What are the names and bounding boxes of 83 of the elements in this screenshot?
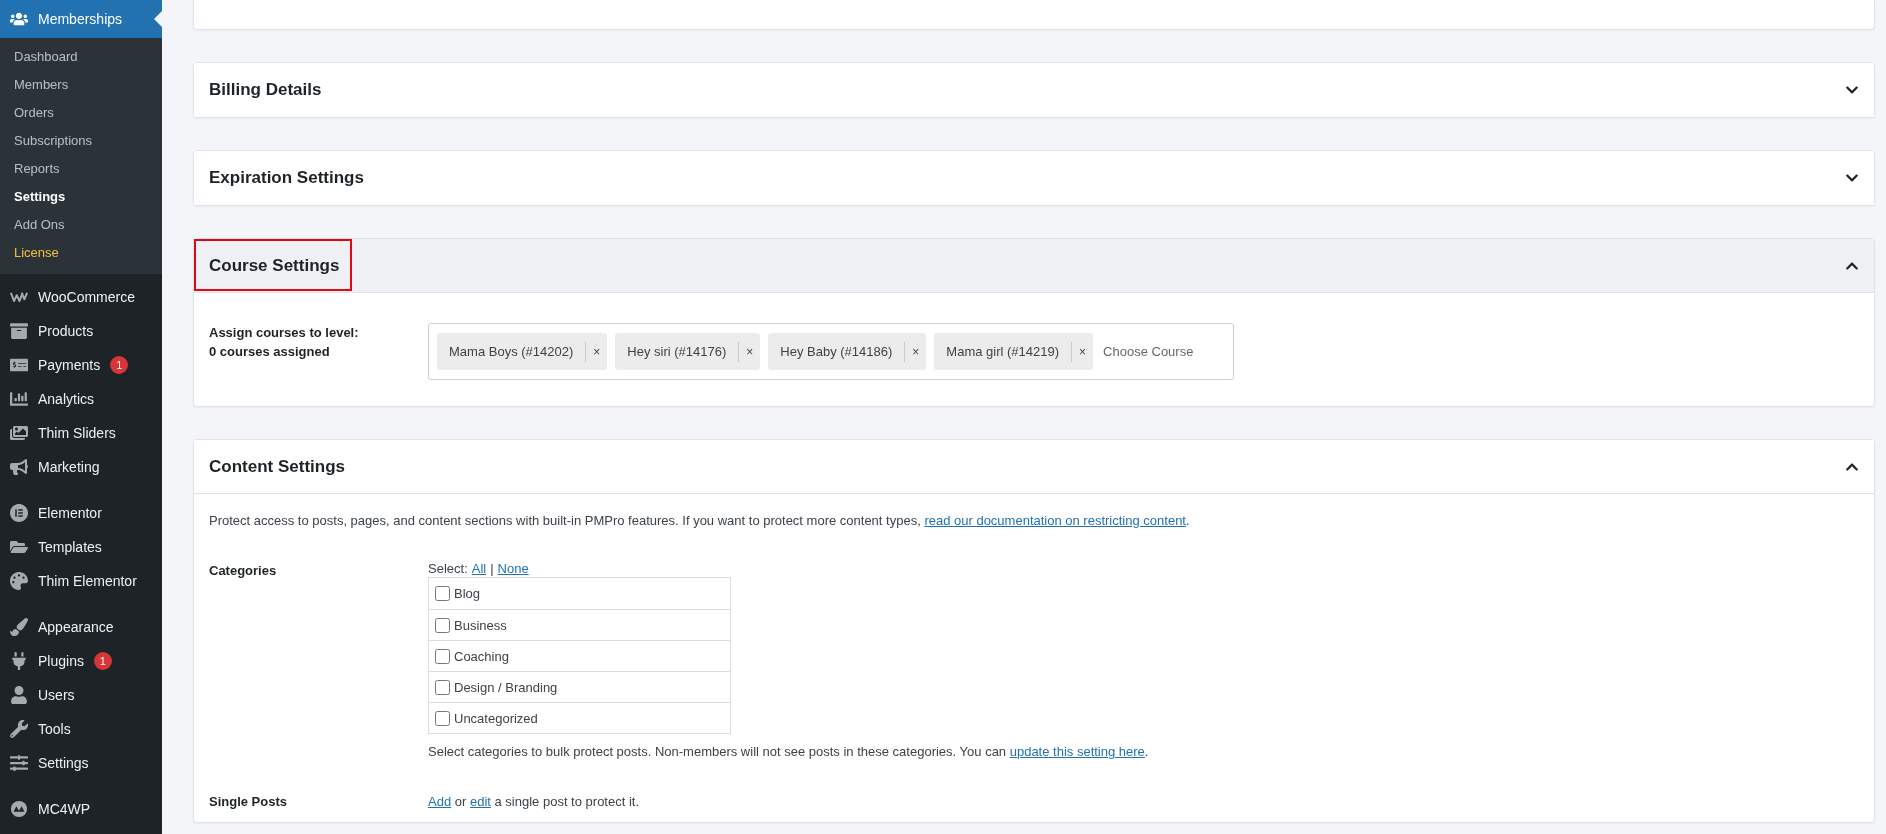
plug-icon [10, 652, 28, 670]
sliders-icon [10, 754, 28, 772]
edit-link[interactable]: edit [469, 794, 491, 809]
select-none-link[interactable]: None [497, 561, 529, 577]
submenu-item[interactable]: Settings [0, 183, 162, 211]
megaphone-icon [10, 458, 28, 476]
count-badge: 1 [110, 356, 129, 374]
course-tag: Hey Baby (#14186) × [768, 333, 927, 370]
sidebar-menu-item[interactable]: Plugins 1 [0, 644, 162, 678]
single-posts-text: Add or edit a single post to protect it. [428, 793, 641, 811]
category-option[interactable]: Business [429, 609, 730, 640]
submenu-item[interactable]: Dashboard [0, 43, 162, 71]
checkbox[interactable] [435, 679, 450, 695]
remove-tag-button[interactable]: × [1071, 341, 1094, 362]
sidebar-menu-item[interactable]: Elementor [0, 496, 162, 530]
sidebar-menu-item[interactable]: MC4WP [0, 792, 162, 826]
category-option[interactable]: Design / Branding [429, 671, 730, 702]
documentation-link[interactable]: read our documentation on restricting content [924, 513, 1186, 528]
sidebar-menu-item[interactable]: Templates [0, 530, 162, 564]
box-icon [10, 322, 28, 340]
remove-tag-button[interactable]: × [738, 341, 761, 362]
remove-tag-button[interactable]: × [904, 341, 927, 362]
sidebar-menu-item[interactable]: Settings [0, 746, 162, 780]
submenu-item[interactable]: Add Ons [0, 211, 162, 239]
bar-chart-icon [10, 390, 28, 408]
course-tag: Mama Boys (#14202) × [437, 333, 608, 370]
section-title: Course Settings [209, 255, 340, 276]
submenu-item[interactable]: Reports [0, 155, 162, 183]
sidebar-menu-item[interactable]: Products [0, 314, 162, 348]
submenu-item[interactable]: Members [0, 71, 162, 99]
sidebar-menu-item[interactable]: Analytics [0, 382, 162, 416]
category-option[interactable]: Blog [429, 578, 730, 609]
submenu-item[interactable]: Subscriptions [0, 127, 162, 155]
dollar-icon [10, 356, 28, 374]
checkbox[interactable] [435, 617, 450, 633]
course-select-field[interactable]: Mama Boys (#14202) × Hey siri (#14176) × Hey Baby (#14186) × Mama girl (#14219) × Choose Course [428, 323, 1234, 380]
mc4wp-icon [10, 800, 28, 818]
section-header[interactable]: Expiration Settings [194, 151, 1874, 205]
add-link[interactable]: Add [428, 794, 452, 809]
sidebar-menu-item[interactable]: Thim Elementor [0, 564, 162, 598]
sidebar-menu-item[interactable]: Tools [0, 712, 162, 746]
field-label: Assign courses to level: 0 courses assigned [209, 324, 360, 361]
folder-icon [10, 538, 28, 556]
select-text: Select: [428, 561, 468, 577]
submenu-item[interactable]: Orders [0, 99, 162, 127]
section-title: Billing Details [209, 80, 322, 100]
section-title: Content Settings [209, 456, 345, 477]
sidebar-menu-item[interactable]: Memberships [0, 0, 162, 38]
separator-text: | [490, 561, 494, 577]
sidebar-menu-item[interactable]: WooCommerce [0, 280, 162, 314]
elementor-icon [10, 504, 28, 522]
user-icon [10, 686, 28, 704]
users-icon [10, 10, 28, 28]
sidebar-menu-item[interactable]: Thim Sliders [0, 416, 162, 450]
course-tag: Hey siri (#14176) × [615, 333, 761, 370]
sidebar-menu-item[interactable]: Users [0, 678, 162, 712]
images-icon [10, 424, 28, 442]
help-text: Select categories to bulk protect posts. Non-members will not see posts in these categories. You can update this setting here. [428, 743, 1150, 761]
section-header[interactable]: Content Settings [194, 440, 1874, 494]
paintbrush-icon [10, 618, 28, 636]
palette-icon [10, 572, 28, 590]
sidebar-menu-item[interactable]: Marketing [0, 450, 162, 484]
submenu-item[interactable]: License [0, 239, 162, 267]
section-title: Expiration Settings [209, 168, 364, 188]
section-header[interactable]: Course Settings [194, 239, 1874, 293]
category-option[interactable]: Coaching [429, 640, 730, 671]
description-text: Protect access to posts, pages, and content sections with built-in PMPro features. If you want to protect more content types, read our documentation on restricting content. [209, 512, 1191, 530]
select-all-link[interactable]: All [471, 561, 487, 577]
checkbox[interactable] [435, 586, 450, 601]
course-tag: Mama girl (#14219) × [934, 333, 1094, 370]
checkbox[interactable] [435, 648, 450, 664]
sidebar-menu-item[interactable]: Payments 1 [0, 348, 162, 382]
remove-tag-button[interactable]: × [585, 341, 608, 362]
wrench-icon [10, 720, 28, 738]
setting-link[interactable]: update this setting here [1009, 744, 1145, 759]
category-option[interactable]: Uncategorized [429, 702, 730, 733]
field-label: Single Posts [209, 793, 289, 811]
sidebar-menu-item[interactable]: Appearance [0, 610, 162, 644]
section-header[interactable]: Billing Details [194, 63, 1874, 117]
current-menu-pointer [154, 11, 162, 27]
count-badge: 1 [93, 652, 112, 670]
field-label: Categories [209, 562, 278, 580]
checkbox[interactable] [435, 710, 450, 726]
